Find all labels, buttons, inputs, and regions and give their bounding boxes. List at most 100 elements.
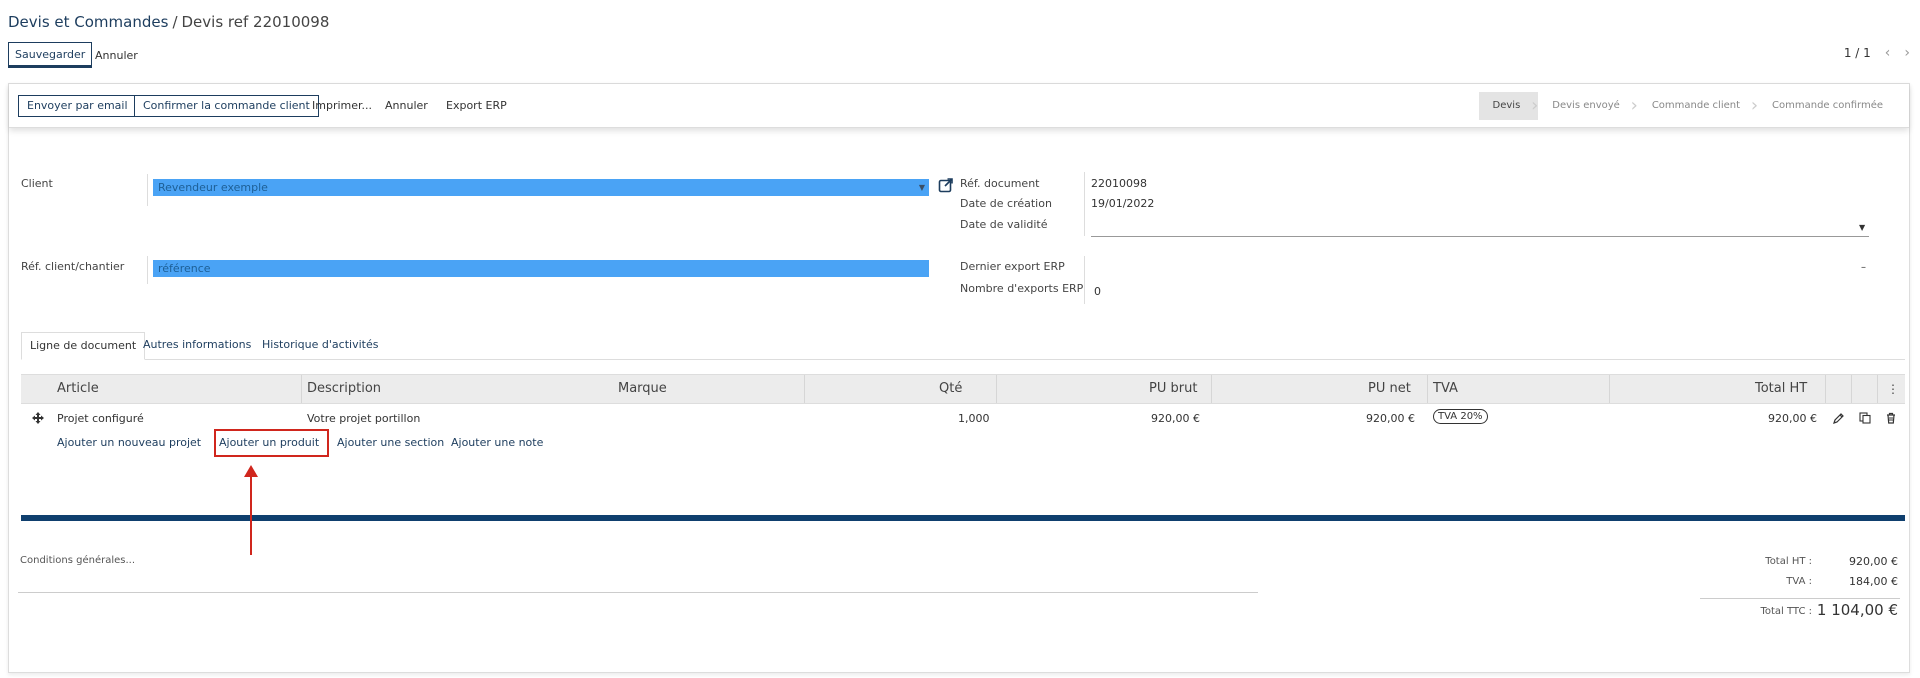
chevron-down-icon[interactable]: ▼ (1859, 223, 1865, 232)
pager-prev-icon[interactable]: ‹ (1885, 45, 1891, 61)
external-link-icon[interactable] (938, 177, 954, 193)
confirm-order-button[interactable]: Confirmer la commande client (134, 95, 319, 117)
tva-value: 184,00 € (1849, 575, 1898, 588)
conditions-generales-field[interactable]: Conditions générales... (20, 555, 135, 566)
chevron-right-icon: › (1531, 95, 1539, 116)
date-creation-label: Date de création (960, 197, 1052, 210)
column-divider (1427, 375, 1428, 403)
notebook-tabs: Ligne de document Autres informations Hi… (21, 332, 1905, 360)
total-ttc-label: Total TTC : (1760, 606, 1812, 617)
drag-handle-icon[interactable] (32, 412, 44, 424)
field-divider (1084, 256, 1085, 304)
field-divider (147, 256, 148, 284)
column-qte[interactable]: Qté (939, 375, 962, 403)
field-divider (147, 174, 148, 206)
client-field[interactable]: Revendeur exemple ▼ (153, 179, 929, 196)
edit-icon[interactable] (1833, 412, 1845, 424)
total-ht-label: Total HT : (1765, 556, 1812, 567)
row-description[interactable]: Votre projet portillon (307, 412, 420, 425)
ref-document-label: Réf. document (960, 177, 1040, 190)
column-options-icon[interactable]: ⋮ (1887, 375, 1899, 403)
row-article[interactable]: Projet configuré (57, 412, 144, 425)
pager-counter[interactable]: 1 / 1 (1844, 46, 1871, 60)
row-pu-brut[interactable]: 920,00 € (1151, 412, 1200, 425)
save-button[interactable]: Sauvegarder (8, 42, 93, 68)
cancel-action[interactable]: Annuler (385, 99, 428, 112)
date-validite-field[interactable] (1091, 236, 1869, 237)
tva-label: TVA : (1786, 576, 1812, 587)
column-article[interactable]: Article (57, 375, 99, 403)
stage-commande-confirmee[interactable]: Commande confirmée (1758, 92, 1901, 120)
ref-client-value: référence (158, 262, 211, 275)
duplicate-icon[interactable] (1859, 412, 1871, 424)
tab-ligne-document[interactable]: Ligne de document (21, 332, 146, 360)
column-divider (1825, 375, 1826, 403)
tab-autres-informations[interactable]: Autres informations (135, 332, 259, 360)
dash-icon[interactable]: – (1861, 262, 1866, 273)
tax-badge[interactable]: TVA 20% (1433, 409, 1488, 424)
section-divider-bar (21, 515, 1905, 521)
stage-commande-client[interactable]: Commande client › (1638, 92, 1758, 120)
column-divider (996, 375, 997, 403)
stage-label: Devis envoyé (1552, 100, 1620, 111)
nb-exports-value: 0 (1094, 285, 1101, 298)
print-menu[interactable]: Imprimer... (312, 99, 372, 112)
ref-document-value: 22010098 (1091, 177, 1147, 190)
send-email-button[interactable]: Envoyer par email (18, 95, 137, 117)
stage-label: Devis (1492, 100, 1521, 111)
column-divider (1211, 375, 1212, 403)
dernier-export-label: Dernier export ERP (960, 260, 1065, 273)
field-divider (1084, 172, 1085, 236)
column-pu-brut[interactable]: PU brut (1149, 375, 1197, 403)
chevron-right-icon: › (1750, 95, 1759, 116)
action-bar: Envoyer par email Confirmer la commande … (9, 84, 1909, 128)
annotation-arrow (250, 475, 252, 555)
pager: 1 / 1 ‹ › (1844, 45, 1910, 61)
add-project-link[interactable]: Ajouter un nouveau projet (57, 436, 201, 449)
breadcrumb-separator: / (172, 13, 178, 31)
row-qte[interactable]: 1,000 (958, 412, 990, 425)
discard-button[interactable]: Annuler (95, 42, 138, 68)
stage-devis[interactable]: Devis › (1478, 92, 1539, 120)
column-divider (1609, 375, 1610, 403)
pager-next-icon[interactable]: › (1904, 45, 1910, 61)
total-ttc-value: 1 104,00 € (1816, 601, 1898, 619)
column-divider (1877, 375, 1878, 403)
column-marque[interactable]: Marque (618, 375, 667, 403)
trash-icon[interactable] (1885, 412, 1897, 424)
row-pu-net[interactable]: 920,00 € (1366, 412, 1415, 425)
stage-label: Commande confirmée (1772, 100, 1883, 111)
column-tva[interactable]: TVA (1433, 375, 1458, 403)
date-validite-label: Date de validité (960, 218, 1048, 231)
total-ht-value: 920,00 € (1849, 555, 1898, 568)
chevron-right-icon: › (1630, 95, 1638, 116)
date-creation-value: 19/01/2022 (1091, 197, 1155, 210)
breadcrumb: Devis et Commandes / Devis ref 22010098 (8, 13, 329, 31)
status-bar: Devis › Devis envoyé › Commande client › Co… (1478, 92, 1901, 120)
nb-exports-label: Nombre d'exports ERP (960, 282, 1084, 295)
conditions-underline (18, 592, 1258, 593)
column-divider (301, 375, 302, 403)
stage-label: Commande client (1651, 100, 1741, 111)
add-note-link[interactable]: Ajouter une note (451, 436, 543, 449)
totals-divider (1700, 598, 1900, 599)
client-value: Revendeur exemple (158, 181, 268, 194)
breadcrumb-current: Devis ref 22010098 (181, 13, 330, 31)
column-divider (804, 375, 805, 403)
row-total-ht[interactable]: 920,00 € (1768, 412, 1817, 425)
client-label: Client (21, 177, 53, 190)
add-section-link[interactable]: Ajouter une section (337, 436, 444, 449)
column-divider (1851, 375, 1852, 403)
tab-historique-activites[interactable]: Historique d'activités (254, 332, 386, 360)
chevron-down-icon[interactable]: ▼ (919, 179, 925, 196)
export-erp-action[interactable]: Export ERP (446, 99, 507, 112)
column-pu-net[interactable]: PU net (1368, 375, 1411, 403)
breadcrumb-root-link[interactable]: Devis et Commandes (8, 13, 168, 31)
ref-client-label: Réf. client/chantier (21, 260, 125, 273)
highlight-box (214, 429, 329, 457)
stage-devis-envoye[interactable]: Devis envoyé › (1538, 92, 1638, 120)
column-total-ht[interactable]: Total HT (1755, 375, 1807, 403)
column-description[interactable]: Description (307, 375, 381, 403)
ref-client-field[interactable]: référence (153, 260, 929, 277)
table-header: Article Description Marque Qté PU brut P… (21, 374, 1905, 404)
